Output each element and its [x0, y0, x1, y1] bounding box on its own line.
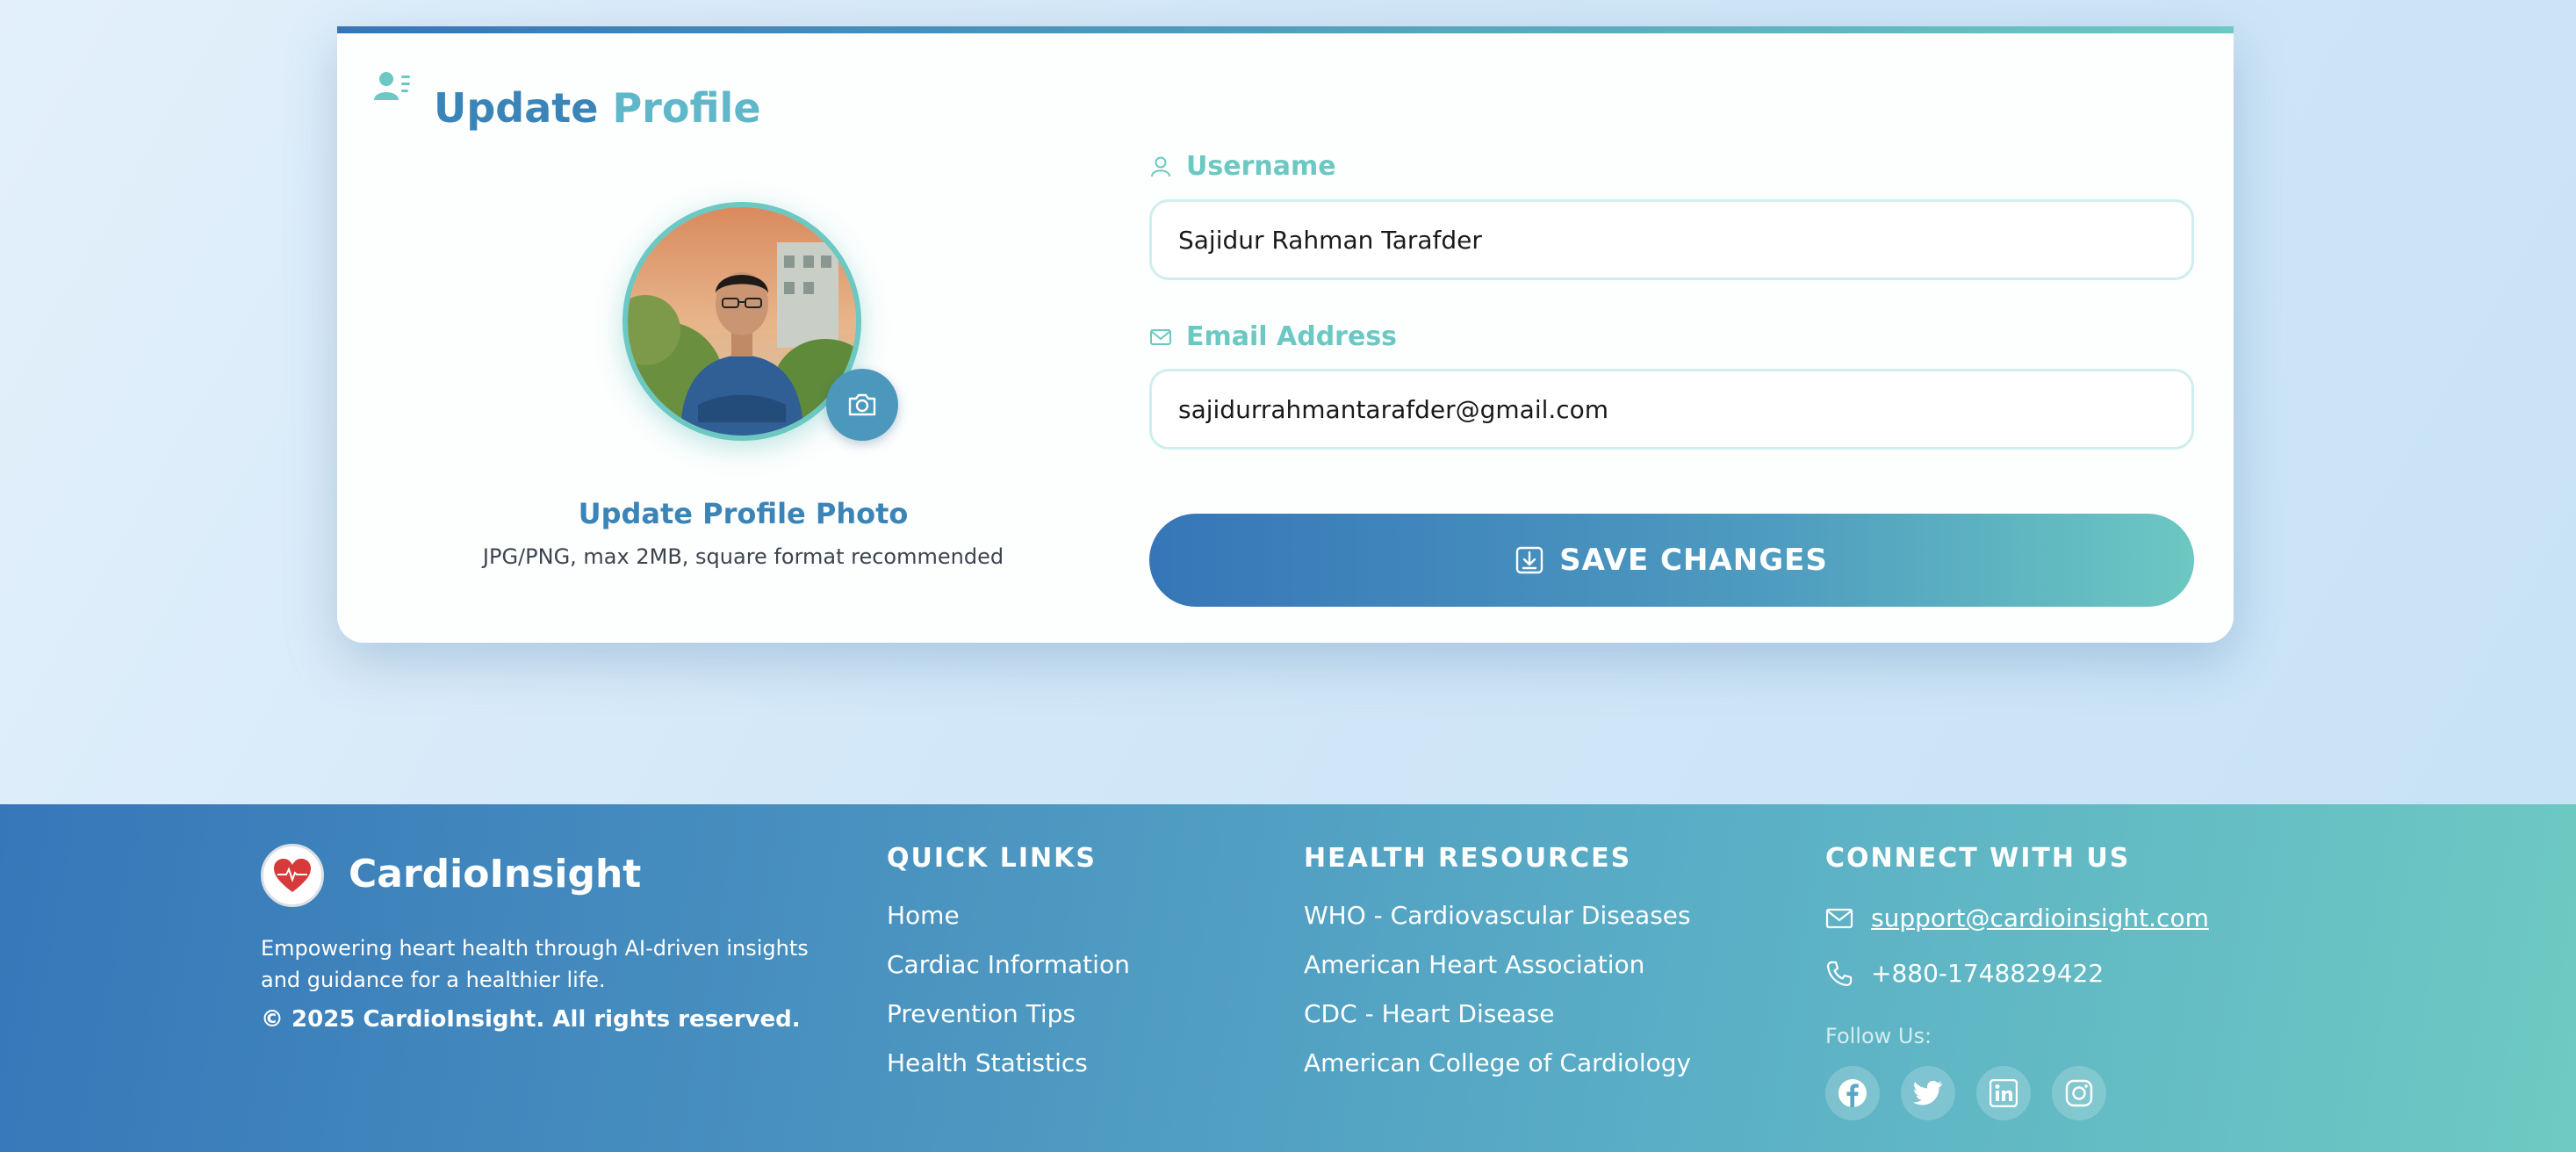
page-title-part1: Update	[434, 84, 599, 132]
facebook-icon	[1838, 1079, 1867, 1107]
camera-icon	[848, 393, 876, 416]
page-title-part2: Profile	[612, 84, 761, 132]
page-title: Update Profile	[434, 88, 761, 128]
footer-link-who[interactable]: WHO - Cardiovascular Diseases	[1304, 901, 1691, 950]
envelope-icon	[1150, 328, 1171, 345]
brand-name: CardioInsight	[349, 852, 642, 896]
save-button-label: SAVE CHANGES	[1559, 543, 1828, 578]
footer-link-prevention-tips[interactable]: Prevention Tips	[887, 999, 1130, 1048]
contact-email[interactable]: support@cardioinsight.com	[1825, 904, 2209, 932]
user-icon	[1151, 156, 1170, 176]
footer-link-home[interactable]: Home	[887, 901, 1130, 950]
social-links	[1825, 1066, 2106, 1120]
footer-link-cdc[interactable]: CDC - Heart Disease	[1304, 999, 1691, 1048]
contact-phone-text: +880-1748829422	[1871, 959, 2105, 988]
avatar-uploader	[622, 202, 898, 441]
health-resources-list: WHO - Cardiovascular Diseases American H…	[1304, 901, 1691, 1098]
email-label: Email Address	[1149, 321, 1397, 352]
twitter-icon	[1913, 1081, 1942, 1105]
quick-links-heading: QUICK LINKS	[887, 843, 1097, 874]
quick-links-list: Home Cardiac Information Prevention Tips…	[887, 901, 1130, 1098]
contact-phone[interactable]: +880-1748829422	[1825, 959, 2104, 988]
change-photo-button[interactable]	[826, 369, 898, 441]
card-accent-bar	[337, 26, 2234, 33]
photo-upload-title: Update Profile Photo	[578, 497, 909, 530]
twitter-link[interactable]	[1901, 1066, 1955, 1120]
heart-logo-icon	[261, 844, 324, 907]
health-resources-heading: HEALTH RESOURCES	[1304, 843, 1632, 874]
phone-icon	[1826, 961, 1853, 986]
linkedin-link[interactable]	[1976, 1066, 2031, 1120]
footer-link-health-statistics[interactable]: Health Statistics	[887, 1048, 1130, 1098]
brand-description: Empowering heart health through AI-drive…	[261, 936, 809, 992]
username-field[interactable]	[1149, 199, 2194, 280]
facebook-link[interactable]	[1825, 1066, 1880, 1120]
instagram-icon	[2065, 1079, 2093, 1107]
email-label-text: Email Address	[1186, 321, 1398, 352]
update-profile-card: Update Profile Update Profile Photo JPG/…	[337, 26, 2234, 643]
linkedin-icon	[1990, 1079, 2018, 1107]
user-list-icon	[374, 72, 410, 100]
site-footer: CardioInsight Empowering heart health th…	[0, 804, 2576, 1152]
email-field[interactable]	[1149, 369, 2194, 450]
follow-us-label: Follow Us:	[1825, 1024, 1932, 1048]
username-label-text: Username	[1186, 151, 1336, 182]
footer-link-acc[interactable]: American College of Cardiology	[1304, 1048, 1691, 1098]
footer-link-aha[interactable]: American Heart Association	[1304, 950, 1691, 999]
footer-link-cardiac-information[interactable]: Cardiac Information	[887, 950, 1130, 999]
contact-email-link[interactable]: support@cardioinsight.com	[1871, 904, 2209, 932]
download-icon	[1515, 546, 1543, 574]
save-changes-button[interactable]: SAVE CHANGES	[1149, 514, 2194, 607]
photo-upload-hint: JPG/PNG, max 2MB, square format recommen…	[482, 544, 1004, 569]
connect-heading: CONNECT WITH US	[1825, 843, 2131, 874]
username-label: Username	[1149, 151, 1336, 182]
instagram-link[interactable]	[2052, 1066, 2106, 1120]
envelope-icon	[1825, 908, 1853, 928]
copyright: © 2025 CardioInsight. All rights reserve…	[261, 1006, 801, 1033]
